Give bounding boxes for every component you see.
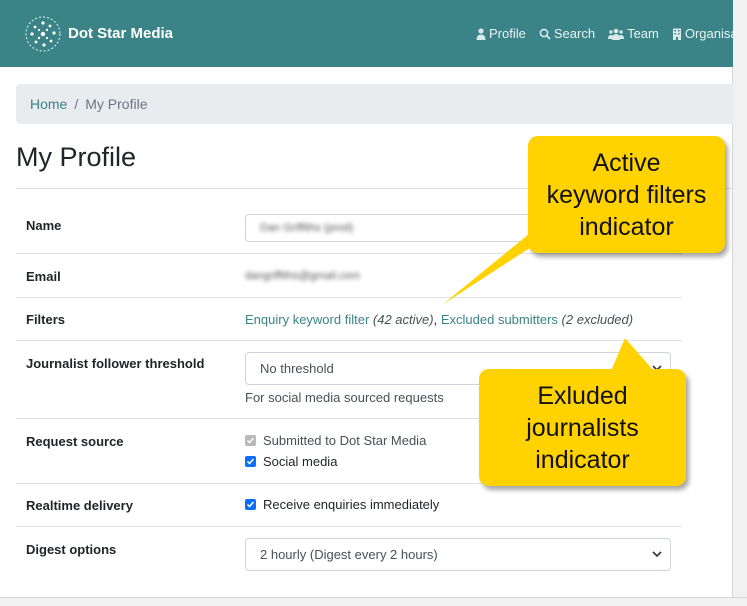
- checkmark-icon: [246, 458, 255, 465]
- social-media-checkbox[interactable]: [245, 456, 256, 467]
- email-value: dangriffiths@gmail.com: [245, 270, 360, 282]
- breadcrumb-home-link[interactable]: Home: [30, 96, 67, 112]
- filters-line: Enquiry keyword filter (42 active), Excl…: [245, 312, 633, 327]
- digest-selected: 2 hourly (Digest every 2 hours): [260, 547, 438, 562]
- active-callout-line3: indicator: [579, 212, 674, 241]
- digest-label: Digest options: [26, 542, 117, 557]
- social-media-label: Social media: [263, 454, 338, 469]
- email-label: Email: [26, 269, 61, 284]
- nav-profile-label: Profile: [489, 26, 526, 41]
- excluded-callout-line1: Exluded: [537, 381, 628, 410]
- nav-team[interactable]: Team: [608, 26, 659, 41]
- submitted-label: Submitted to Dot Star Media: [263, 433, 427, 448]
- filters-comma: ,: [433, 312, 438, 327]
- threshold-selected: No threshold: [260, 361, 334, 376]
- excluded-journalists-callout: Exluded journalists indicator: [479, 369, 686, 486]
- active-callout-line2: keyword filters: [546, 180, 707, 209]
- active-filters-callout: Active keyword filters indicator: [528, 136, 725, 253]
- excluded-callout-line2: journalists: [526, 413, 639, 442]
- breadcrumb: Home / My Profile: [16, 84, 733, 124]
- name-value: Dan Griffiths (prod): [260, 222, 354, 234]
- name-label: Name: [26, 218, 62, 233]
- enquiry-keyword-filter-link[interactable]: Enquiry keyword filter: [245, 312, 369, 327]
- checkmark-icon: [246, 437, 255, 444]
- realtime-checkbox-row[interactable]: Receive enquiries immediately: [245, 497, 439, 512]
- dot-star-logo-icon: [25, 15, 61, 52]
- team-icon: [608, 28, 625, 40]
- user-icon: [476, 27, 486, 40]
- realtime-row: Realtime delivery Receive enquiries imme…: [16, 484, 682, 527]
- excluded-submitters-link[interactable]: Excluded submitters: [441, 312, 558, 327]
- breadcrumb-separator: /: [74, 96, 79, 112]
- nav-organisation[interactable]: Organisa: [672, 26, 733, 41]
- checkmark-icon: [246, 501, 255, 508]
- frame-edge-right: [732, 0, 747, 606]
- keyword-active-count: (42 active): [372, 312, 434, 327]
- realtime-label: Realtime delivery: [26, 498, 133, 513]
- threshold-help-text: For social media sourced requests: [245, 390, 444, 405]
- submitted-checkbox: [245, 435, 256, 446]
- email-row: Email dangriffiths@gmail.com: [16, 254, 682, 298]
- filters-label: Filters: [26, 312, 66, 327]
- nav-search-label: Search: [553, 26, 596, 41]
- threshold-label: Journalist follower threshold: [26, 356, 205, 371]
- top-navbar: Dot Star Media Profile Search Team Organ…: [0, 0, 733, 67]
- page-title: My Profile: [16, 142, 137, 172]
- digest-row: Digest options 2 hourly (Digest every 2 …: [16, 527, 682, 583]
- realtime-checkbox[interactable]: [245, 499, 256, 510]
- building-icon: [672, 28, 681, 40]
- active-callout-line1: Active: [592, 148, 661, 177]
- nav-organisation-label: Organisa: [684, 26, 733, 41]
- brand[interactable]: Dot Star Media: [24, 15, 173, 53]
- brand-name: Dot Star Media: [68, 25, 174, 42]
- request-source-label: Request source: [26, 434, 124, 449]
- excluded-count: (2 excluded): [561, 312, 634, 327]
- digest-select[interactable]: 2 hourly (Digest every 2 hours): [245, 538, 671, 571]
- nav-team-label: Team: [627, 26, 659, 41]
- nav-profile[interactable]: Profile: [476, 26, 526, 41]
- search-icon: [539, 28, 551, 40]
- nav-search[interactable]: Search: [539, 26, 595, 41]
- nav-links: Profile Search Team Organisa: [476, 0, 733, 67]
- breadcrumb-current: My Profile: [85, 96, 148, 112]
- chevron-down-icon: [652, 551, 662, 558]
- frame-edge-bottom: [0, 597, 747, 606]
- realtime-option-label: Receive enquiries immediately: [263, 497, 440, 512]
- excluded-callout-line3: indicator: [535, 445, 630, 474]
- submitted-checkbox-row: Submitted to Dot Star Media: [245, 433, 426, 448]
- filters-row: Filters Enquiry keyword filter (42 activ…: [16, 298, 682, 341]
- social-media-checkbox-row[interactable]: Social media: [245, 454, 337, 469]
